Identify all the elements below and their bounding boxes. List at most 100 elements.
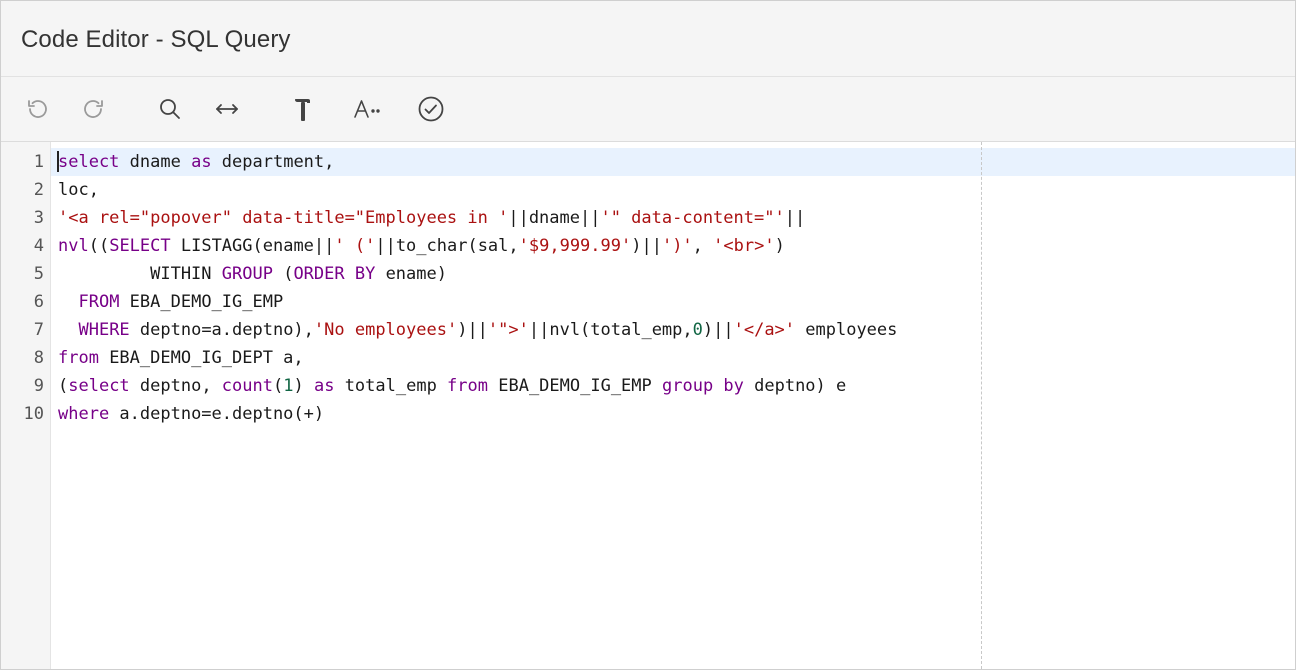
swap-arrows-icon bbox=[216, 104, 238, 114]
code-token: ( bbox=[272, 264, 294, 284]
code-token: group by bbox=[662, 376, 744, 396]
code-text: '<a rel="popover" data-title="Employees … bbox=[58, 208, 805, 228]
code-token: 0 bbox=[692, 320, 703, 340]
code-token: department, bbox=[211, 152, 335, 172]
check-circle-icon bbox=[418, 96, 444, 122]
code-token: ename) bbox=[375, 264, 447, 284]
code-text: (select deptno, count(1) as total_emp fr… bbox=[58, 376, 846, 396]
dialog-title: Code Editor - SQL Query bbox=[21, 26, 291, 53]
code-token: deptno=a.deptno), bbox=[129, 320, 314, 340]
replace-button[interactable] bbox=[209, 91, 245, 127]
code-token: ')' bbox=[661, 236, 693, 256]
undo-icon bbox=[28, 100, 47, 118]
code-line[interactable]: 4 nvl((SELECT LISTAGG(ename||' ('||to_cha… bbox=[1, 232, 1295, 260]
code-token: WHERE bbox=[78, 320, 130, 340]
font-settings-icon bbox=[354, 100, 380, 118]
code-token: ( bbox=[272, 376, 284, 396]
code-token: from bbox=[58, 348, 99, 368]
code-line[interactable]: 7 WHERE deptno=a.deptno),'No employees')… bbox=[1, 316, 1295, 344]
code-line[interactable]: 8 from EBA_DEMO_IG_DEPT a, bbox=[1, 344, 1295, 372]
redo-button[interactable] bbox=[76, 91, 112, 127]
code-token: '">' bbox=[487, 320, 529, 340]
code-token: EBA_DEMO_IG_EMP bbox=[488, 376, 662, 396]
code-token: as bbox=[313, 376, 335, 396]
code-line[interactable]: 2 loc, bbox=[1, 176, 1295, 204]
code-token: count bbox=[221, 376, 273, 396]
code-token: ) bbox=[774, 236, 785, 256]
code-editor-dialog: Code Editor - SQL Query 1 select dname a… bbox=[0, 0, 1296, 670]
code-token: total_emp bbox=[334, 376, 448, 396]
line-number: 7 bbox=[33, 320, 44, 340]
code-line[interactable]: 9 (select deptno, count(1) as total_emp f… bbox=[1, 372, 1295, 400]
code-line[interactable]: 10 where a.deptno=e.deptno(+) bbox=[1, 400, 1295, 428]
code-token: ||nvl(total_emp, bbox=[528, 320, 693, 340]
code-token: employees bbox=[795, 320, 898, 340]
line-number: 6 bbox=[33, 292, 44, 312]
code-token: FROM bbox=[78, 292, 120, 312]
code-line[interactable]: 5 WITHIN GROUP (ORDER BY ename) bbox=[1, 260, 1295, 288]
line-number: 9 bbox=[33, 376, 44, 396]
editor-settings-button[interactable] bbox=[349, 91, 385, 127]
code-text: select dname as department, bbox=[58, 152, 334, 172]
undo-button[interactable] bbox=[19, 91, 55, 127]
hammer-icon bbox=[295, 99, 310, 121]
code-token: , bbox=[692, 236, 714, 256]
redo-icon bbox=[84, 100, 103, 118]
code-token: ' (' bbox=[334, 236, 376, 256]
code-token: '<br>' bbox=[713, 236, 775, 256]
code-token: )|| bbox=[457, 320, 488, 340]
code-token: || bbox=[784, 208, 806, 228]
line-number: 2 bbox=[33, 180, 44, 200]
code-token: ||dname|| bbox=[508, 208, 601, 228]
code-token: )|| bbox=[702, 320, 734, 340]
code-token: loc, bbox=[58, 180, 99, 200]
code-token: ( bbox=[58, 376, 69, 396]
code-token: EBA_DEMO_IG_EMP bbox=[119, 292, 284, 312]
code-token: from bbox=[447, 376, 488, 396]
code-token: '</a>' bbox=[733, 320, 796, 340]
code-token: WITHIN bbox=[58, 264, 222, 284]
code-token: a.deptno=e.deptno(+) bbox=[109, 404, 325, 424]
code-text: WHERE deptno=a.deptno),'No employees')||… bbox=[58, 320, 897, 340]
code-line[interactable]: 6 FROM EBA_DEMO_IG_EMP bbox=[1, 288, 1295, 316]
line-number: 1 bbox=[33, 152, 44, 172]
find-button[interactable] bbox=[152, 91, 188, 127]
code-line[interactable]: 3 '<a rel="popover" data-title="Employees… bbox=[1, 204, 1295, 232]
text-cursor bbox=[57, 151, 59, 172]
code-token: select bbox=[58, 152, 120, 172]
code-token: )|| bbox=[631, 236, 662, 256]
code-token: '$9,999.99' bbox=[518, 236, 632, 256]
code-token: dname bbox=[119, 152, 192, 172]
code-token: (( bbox=[88, 236, 110, 256]
code-editor[interactable]: 1 select dname as department, 2 loc, 3 '<a re… bbox=[1, 142, 1295, 669]
code-text: loc, bbox=[58, 180, 99, 200]
line-number: 5 bbox=[33, 264, 44, 284]
code-token: nvl bbox=[58, 236, 89, 256]
code-text: FROM EBA_DEMO_IG_EMP bbox=[58, 292, 283, 312]
code-text: WITHIN GROUP (ORDER BY ename) bbox=[58, 264, 447, 284]
code-token: EBA_DEMO_IG_DEPT a, bbox=[98, 348, 304, 368]
line-number: 4 bbox=[33, 236, 44, 256]
code-lines: 1 select dname as department, 2 loc, 3 '<a re… bbox=[1, 148, 1295, 428]
line-number: 8 bbox=[33, 348, 44, 368]
code-token: SELECT bbox=[109, 236, 171, 256]
code-token: ORDER BY bbox=[293, 264, 376, 284]
code-token: as bbox=[191, 152, 212, 172]
code-token: ) bbox=[293, 376, 314, 396]
validate-button[interactable] bbox=[413, 91, 449, 127]
dialog-titlebar: Code Editor - SQL Query bbox=[1, 1, 1295, 77]
editor-toolbar bbox=[1, 77, 1295, 142]
code-token: select bbox=[68, 376, 130, 396]
code-token: LISTAGG(ename|| bbox=[170, 236, 335, 256]
query-builder-button[interactable] bbox=[285, 91, 321, 127]
code-text: from EBA_DEMO_IG_DEPT a, bbox=[58, 348, 304, 368]
code-token: '" data-content="' bbox=[600, 208, 785, 228]
code-text: where a.deptno=e.deptno(+) bbox=[58, 404, 324, 424]
code-token: deptno) e bbox=[743, 376, 847, 396]
code-text: nvl((SELECT LISTAGG(ename||' ('||to_char… bbox=[58, 236, 785, 256]
code-line[interactable]: 1 select dname as department, bbox=[1, 148, 1295, 176]
code-token: '<a rel="popover" data-title="Employees … bbox=[58, 208, 509, 228]
code-token: GROUP bbox=[221, 264, 273, 284]
line-number: 3 bbox=[33, 208, 44, 228]
